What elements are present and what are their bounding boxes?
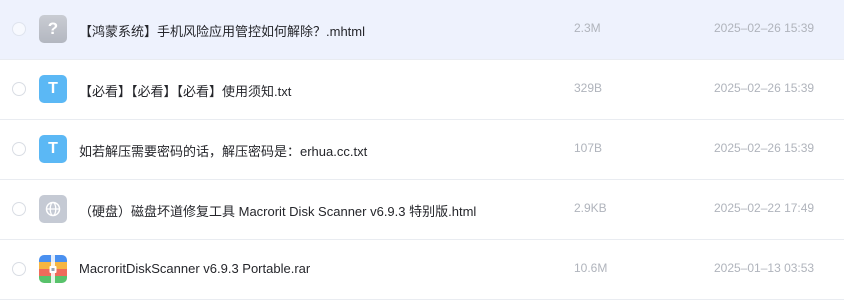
file-size: 2.9KB [574,201,607,215]
file-size: 107B [574,141,603,155]
file-name[interactable]: （硬盘）磁盘坏道修复工具 Macrorit Disk Scanner v6.9.… [79,201,476,220]
web-file-icon [39,195,67,223]
select-radio[interactable] [12,82,26,96]
file-name[interactable]: 【鸿蒙系统】手机风险应用管控如何解除？.mhtml [79,21,365,40]
file-size: 10.6M [574,261,608,275]
file-size: 2.3M [574,21,601,35]
file-date: 2025–02–26 15:39 [714,21,815,35]
file-name[interactable]: MacroritDiskScanner v6.9.3 Portable.rar [79,261,310,276]
file-list: ? 【鸿蒙系统】手机风险应用管控如何解除？.mhtml 2.3M 2025–02… [0,0,844,300]
file-row-2[interactable]: T 如若解压需要密码的话，解压密码是：erhua.cc.txt 107B 202… [0,120,844,180]
text-file-icon: T [39,135,67,163]
file-date: 2025–02–26 15:39 [714,141,815,155]
globe-icon [45,201,61,217]
select-radio[interactable] [12,262,26,276]
unknown-file-icon: ? [39,15,67,43]
file-row-1[interactable]: T 【必看】【必看】【必看】使用须知.txt 329B 2025–02–26 1… [0,60,844,120]
file-size: 329B [574,81,603,95]
file-date: 2025–02–26 15:39 [714,81,815,95]
archive-stripes-icon [39,255,67,283]
file-name[interactable]: 【必看】【必看】【必看】使用须知.txt [79,81,291,100]
file-row-0[interactable]: ? 【鸿蒙系统】手机风险应用管控如何解除？.mhtml 2.3M 2025–02… [0,0,844,60]
text-file-icon: T [39,75,67,103]
select-radio[interactable] [12,142,26,156]
select-radio[interactable] [12,202,26,216]
file-date: 2025–02–22 17:49 [714,201,815,215]
select-radio[interactable] [12,22,26,36]
file-row-3[interactable]: （硬盘）磁盘坏道修复工具 Macrorit Disk Scanner v6.9.… [0,180,844,240]
archive-file-icon [39,255,67,283]
file-row-4[interactable]: MacroritDiskScanner v6.9.3 Portable.rar … [0,240,844,300]
file-name[interactable]: 如若解压需要密码的话，解压密码是：erhua.cc.txt [79,141,367,160]
file-date: 2025–01–13 03:53 [714,261,815,275]
